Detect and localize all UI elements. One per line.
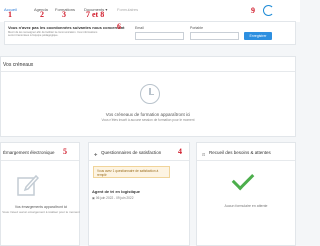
satisfaction-card-divider <box>89 160 189 161</box>
account-logo-icon[interactable] <box>263 5 274 16</box>
slots-empty-title: Vos créneaux de formation apparaîtront i… <box>105 112 191 117</box>
signature-empty-description: Vous n'avez aucun émargement à réaliser … <box>2 210 80 214</box>
needs-card-divider <box>197 160 295 161</box>
signature-empty-title: Vos émargements apparaîtront ici <box>14 205 68 209</box>
annotation-2: 2 <box>40 10 44 19</box>
annotation-4: 4 <box>178 147 182 156</box>
needs-icon: ⊡ <box>202 152 206 157</box>
slots-divider <box>1 71 295 72</box>
satisfaction-alert[interactable]: Vous avez 1 questionnaire de satisfactio… <box>93 166 170 178</box>
top-navigation: Accueil 1 Agenda 2 Formations 3 Document… <box>0 0 300 22</box>
annotation-3: 3 <box>62 10 66 19</box>
annotation-1: 1 <box>8 10 12 19</box>
slots-empty-description: Vous n'êtes inscrit à aucune session de … <box>101 118 195 122</box>
signature-card-title: Émargement électronique <box>3 150 55 155</box>
email-label: Email <box>135 26 144 30</box>
satisfaction-card-title: Questionnaires de satisfaction <box>101 150 162 155</box>
training-dates-text: 06 juin 2022 - 09 juin 2022 <box>95 196 134 200</box>
satisfaction-card: ✚ Questionnaires de satisfaction 4 <box>88 142 190 246</box>
save-contact-button[interactable]: Enregistrer <box>244 32 272 40</box>
phone-field[interactable] <box>190 32 239 40</box>
clock-icon <box>140 84 160 104</box>
contact-info-banner: Vous n'avez pas les coordonnées suivante… <box>4 21 296 45</box>
slots-title: Vos créneaux <box>3 62 34 68</box>
annotation-7-8: 7 et 8 <box>86 10 105 19</box>
signature-card: Émargement électronique 5 Vos émargement… <box>0 142 80 246</box>
edit-pencil-icon <box>17 174 39 196</box>
annotation-6: 6 <box>117 22 121 31</box>
banner-title: Vous n'avez pas les coordonnées suivante… <box>8 25 125 30</box>
slots-panel: Vos créneaux Vos créneaux de formation a… <box>0 56 296 137</box>
training-dates: ▣ 06 juin 2022 - 09 juin 2022 <box>92 196 133 200</box>
email-field[interactable] <box>135 32 184 40</box>
training-agent-title[interactable]: Agent de tri en logistique <box>92 189 140 194</box>
nav-formulaires[interactable]: Formulaires <box>117 7 138 12</box>
signature-card-divider <box>1 160 79 161</box>
needs-card: ⊡ Recueil des besoins & attentes Aucun f… <box>196 142 296 246</box>
banner-description: Merci de les renseigner afin de facilite… <box>8 31 98 38</box>
annotation-9: 9 <box>251 6 255 15</box>
satisfaction-icon: ✚ <box>94 152 98 157</box>
annotation-5: 5 <box>63 147 67 156</box>
needs-card-title: Recueil des besoins & attentes <box>209 150 271 155</box>
needs-empty-text: Aucun formulaire en attente <box>224 204 268 208</box>
phone-label: Portable <box>190 26 204 30</box>
